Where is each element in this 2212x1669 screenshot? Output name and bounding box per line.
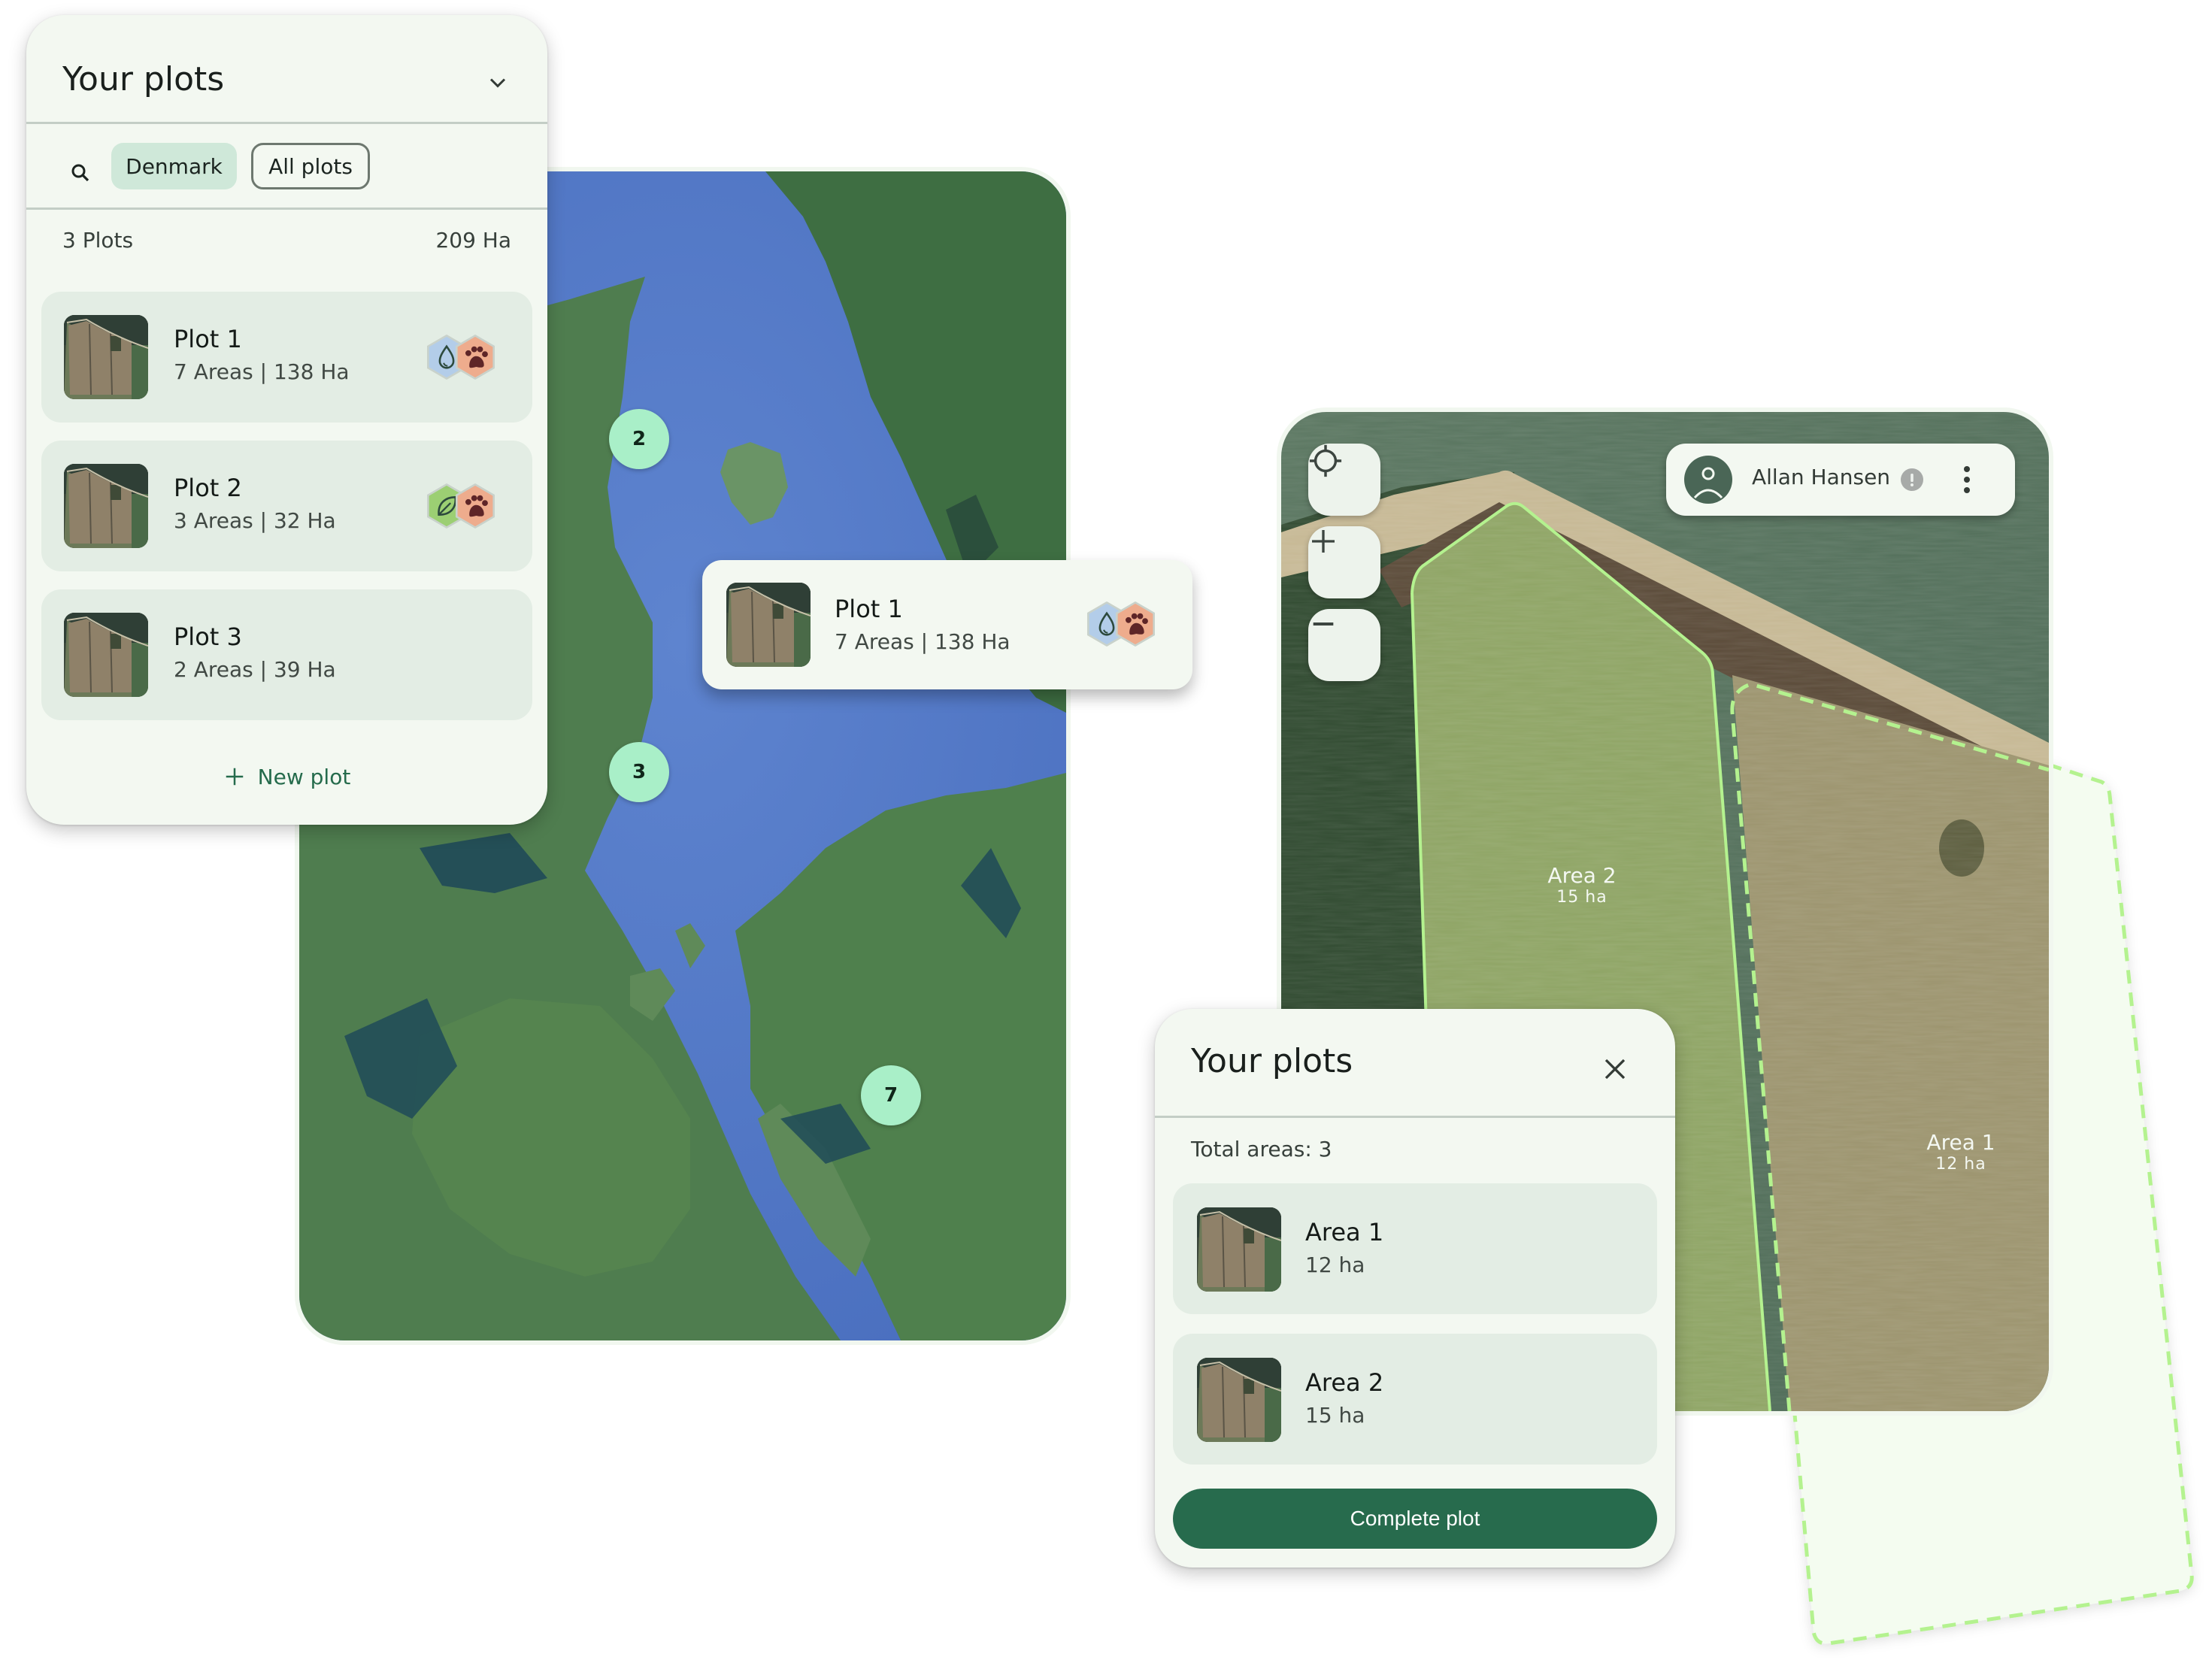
plot-subtitle: 7 Areas | 138 Ha [174, 359, 350, 384]
paw-icon [1116, 601, 1155, 647]
area-thumbnail [1197, 1207, 1281, 1292]
area-size: 15 ha [1305, 1403, 1365, 1428]
zoom-out-button[interactable] [1308, 609, 1380, 681]
divider [1155, 1116, 1675, 1118]
paw-icon [456, 483, 495, 529]
area-list-item[interactable]: Area 2 15 ha [1173, 1334, 1657, 1465]
complete-plot-button[interactable]: Complete plot [1173, 1489, 1657, 1549]
avatar-icon [1684, 456, 1732, 504]
areas-panel: Your plots Total areas: 3 Area 1 12 ha A… [1155, 1009, 1675, 1568]
search-button[interactable] [58, 150, 103, 195]
area-name: Area 2 [1547, 863, 1617, 888]
zoom-in-icon [1312, 530, 1335, 553]
area-title: Area 1 [1305, 1218, 1384, 1246]
chevron-down-icon[interactable] [484, 69, 511, 96]
popup-plot-subtitle: 7 Areas | 138 Ha [835, 629, 1011, 654]
new-plot-button[interactable]: New plot [26, 754, 547, 799]
search-icon [71, 164, 89, 182]
zoom-in-button[interactable] [1308, 526, 1380, 598]
area-list-item[interactable]: Area 1 12 ha [1173, 1183, 1657, 1314]
area-size: 15 ha [1556, 888, 1607, 907]
filter-chip-all-plots[interactable]: All plots [251, 143, 370, 189]
zoom-out-icon [1313, 622, 1334, 625]
plus-icon [226, 768, 243, 786]
panel-title: Your plots [62, 60, 225, 98]
user-account-chip[interactable]: Allan Hansen [1666, 444, 2015, 516]
area-1-map-label[interactable]: Area 1 12 ha [1926, 1130, 1995, 1174]
popup-plot-title: Plot 1 [835, 595, 903, 623]
plot-thumbnail [726, 583, 811, 667]
plot-cluster-marker[interactable]: 7 [861, 1065, 921, 1125]
plot-cluster-marker[interactable]: 3 [609, 742, 669, 802]
paw-icon [456, 334, 495, 380]
filter-chip-denmark[interactable]: Denmark [111, 143, 237, 189]
area-2-map-label[interactable]: Area 2 15 ha [1547, 863, 1616, 907]
divider [26, 207, 547, 210]
total-area: 209 Ha [435, 228, 511, 253]
plot-subtitle: 3 Areas | 32 Ha [174, 508, 336, 533]
alert-icon[interactable] [1901, 468, 1923, 491]
more-vertical-icon[interactable] [1959, 463, 1974, 496]
plot-subtitle: 2 Areas | 39 Ha [174, 657, 336, 682]
close-button[interactable] [1594, 1048, 1636, 1090]
plot-title: Plot 3 [174, 622, 242, 651]
plot-badges [427, 334, 496, 380]
plot-count: 3 Plots [62, 228, 134, 253]
plot-badges [427, 483, 496, 529]
total-areas: Total areas: 3 [1191, 1137, 1332, 1162]
my-location-icon [1309, 444, 1342, 477]
plot-thumbnail [64, 464, 148, 548]
area-title: Area 2 [1305, 1368, 1384, 1397]
plot-thumbnail [64, 315, 148, 399]
plot-cluster-marker[interactable]: 2 [609, 409, 669, 469]
user-name: Allan Hansen [1752, 465, 1891, 489]
area-thumbnail [1197, 1358, 1281, 1442]
plots-panel: Your plots Denmark All plots 3 Plots 209… [26, 15, 547, 825]
plot-thumbnail [64, 613, 148, 697]
area-size: 12 ha [1305, 1253, 1365, 1277]
new-plot-label: New plot [257, 764, 351, 789]
area-name: Area 1 [1926, 1130, 1995, 1155]
plot-list-item[interactable]: Plot 1 7 Areas | 138 Ha [41, 292, 532, 423]
divider [26, 122, 547, 124]
area-size: 12 ha [1935, 1155, 1986, 1174]
plot-popup-card[interactable]: Plot 1 7 Areas | 138 Ha [702, 560, 1192, 689]
plot-list-item[interactable]: Plot 2 3 Areas | 32 Ha [41, 441, 532, 571]
close-icon [1604, 1059, 1626, 1080]
panel-title: Your plots [1191, 1042, 1353, 1080]
plot-badges [1087, 601, 1156, 647]
plot-list-item[interactable]: Plot 3 2 Areas | 39 Ha [41, 589, 532, 720]
plot-title: Plot 2 [174, 474, 242, 502]
plot-title: Plot 1 [174, 325, 242, 353]
my-location-button[interactable] [1308, 444, 1380, 516]
